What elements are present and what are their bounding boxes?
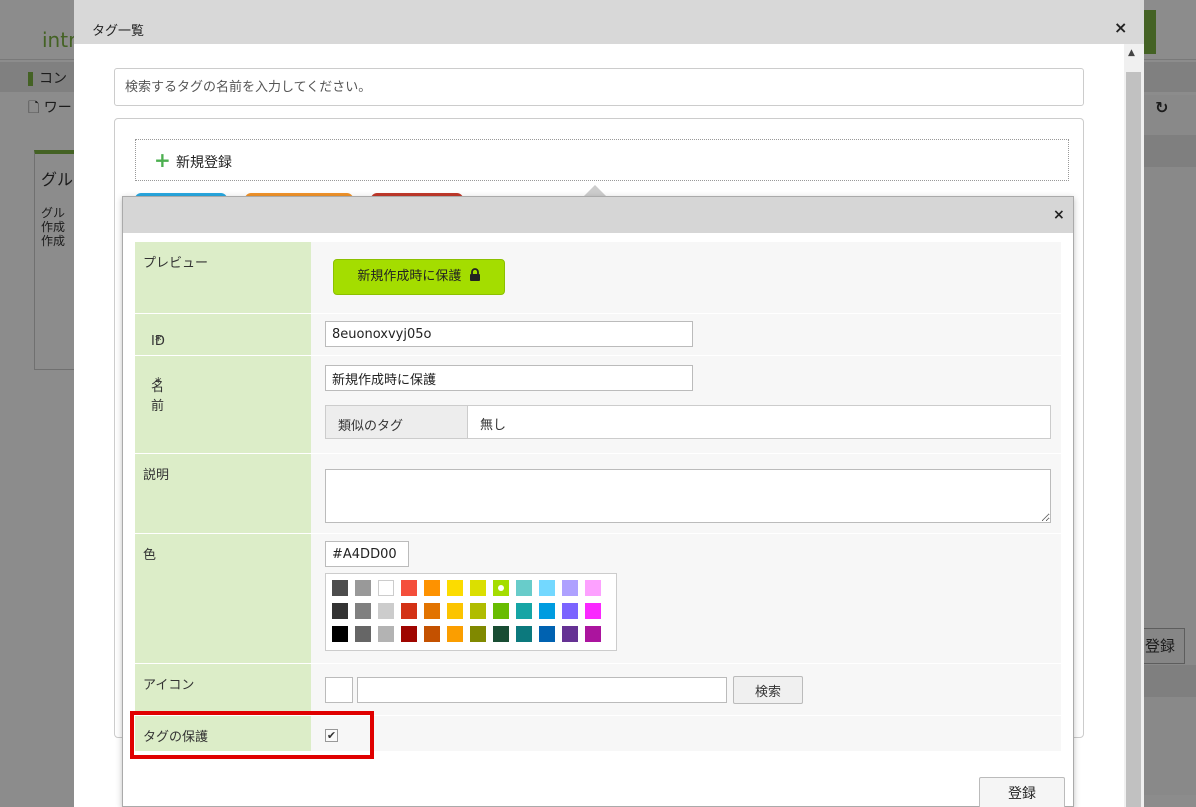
name-field[interactable] (325, 365, 693, 391)
similar-tags-label: 類似のタグ (338, 419, 404, 434)
required-mark: * (155, 334, 162, 349)
color-palette (325, 573, 617, 651)
color-swatch[interactable] (378, 580, 394, 596)
color-swatch[interactable] (470, 603, 486, 619)
dialog-title: タグ一覧 (92, 24, 145, 39)
close-icon[interactable]: × (1053, 207, 1065, 223)
color-swatch[interactable] (355, 626, 371, 642)
color-label: 色 (143, 548, 157, 563)
highlight-annotation (130, 711, 374, 759)
icon-preview-box[interactable] (325, 677, 353, 703)
color-swatch[interactable] (355, 580, 371, 596)
color-swatch[interactable] (493, 603, 509, 619)
name-label-cell: 名前 * (135, 355, 311, 453)
protection-value-cell (311, 715, 1061, 751)
dialog-titlebar: タグ一覧 × (74, 0, 1144, 44)
color-swatch[interactable] (401, 626, 417, 642)
preview-label-cell: プレビュー (135, 241, 311, 313)
color-swatch[interactable] (332, 580, 348, 596)
id-field[interactable] (325, 321, 693, 347)
tag-preview[interactable]: 新規作成時に保護 (333, 259, 505, 295)
color-swatch[interactable] (401, 580, 417, 596)
color-swatch[interactable] (562, 603, 578, 619)
close-icon[interactable]: × (1114, 18, 1127, 37)
color-field[interactable] (325, 541, 409, 567)
color-swatch[interactable] (424, 626, 440, 642)
plus-icon: + (154, 148, 171, 172)
icon-label: アイコン (143, 678, 195, 693)
similar-tags-label-cell: 類似のタグ (326, 406, 468, 438)
scroll-up-icon[interactable]: ▲ (1128, 48, 1135, 58)
tag-search-input[interactable] (114, 68, 1084, 106)
color-swatch[interactable] (447, 626, 463, 642)
lock-icon (469, 268, 480, 281)
tag-edit-dialog: × プレビュー 新規作成時に保護 ID* 名前* 類似のタグ 無し 説明 色 ア… (122, 196, 1074, 807)
color-swatch[interactable] (447, 603, 463, 619)
id-label-cell: ID * (135, 313, 311, 355)
color-swatch[interactable] (539, 626, 555, 642)
description-label-cell: 説明 (135, 453, 311, 533)
color-swatch[interactable] (401, 603, 417, 619)
tag-preview-text: 新規作成時に保護 (357, 269, 462, 284)
color-swatch[interactable] (585, 580, 601, 596)
similar-tags-value: 無し (480, 418, 507, 433)
icon-search-button[interactable]: 検索 (733, 676, 803, 704)
color-swatch[interactable] (562, 626, 578, 642)
color-swatch[interactable] (585, 626, 601, 642)
color-swatch[interactable] (493, 580, 509, 596)
color-swatch[interactable] (470, 580, 486, 596)
scrollbar[interactable]: ▲ (1124, 44, 1144, 807)
color-label-cell: 色 (135, 533, 311, 663)
color-swatch[interactable] (447, 580, 463, 596)
color-swatch[interactable] (562, 580, 578, 596)
dialog-titlebar: × (123, 197, 1073, 233)
description-label: 説明 (143, 468, 170, 483)
color-swatch[interactable] (516, 603, 532, 619)
color-swatch[interactable] (585, 603, 601, 619)
color-swatch[interactable] (470, 626, 486, 642)
similar-tags: 類似のタグ 無し (325, 405, 1051, 439)
new-registration-button[interactable]: + 新規登録 (135, 139, 1069, 181)
icon-label-cell: アイコン (135, 663, 311, 715)
color-swatch[interactable] (493, 626, 509, 642)
required-mark: * (155, 376, 162, 391)
color-swatch[interactable] (378, 626, 394, 642)
preview-label: プレビュー (143, 256, 209, 271)
color-swatch[interactable] (424, 580, 440, 596)
color-swatch[interactable] (516, 580, 532, 596)
color-swatch[interactable] (424, 603, 440, 619)
icon-field[interactable] (357, 677, 727, 703)
scrollbar-thumb[interactable] (1126, 72, 1141, 807)
color-swatch[interactable] (539, 580, 555, 596)
register-button[interactable]: 登録 (979, 777, 1065, 807)
color-swatch[interactable] (539, 603, 555, 619)
new-registration-label: 新規登録 (176, 155, 232, 171)
description-field[interactable] (325, 469, 1051, 523)
color-swatch[interactable] (332, 603, 348, 619)
color-swatch[interactable] (332, 626, 348, 642)
color-swatch[interactable] (355, 603, 371, 619)
color-swatch[interactable] (378, 603, 394, 619)
color-swatch[interactable] (516, 626, 532, 642)
